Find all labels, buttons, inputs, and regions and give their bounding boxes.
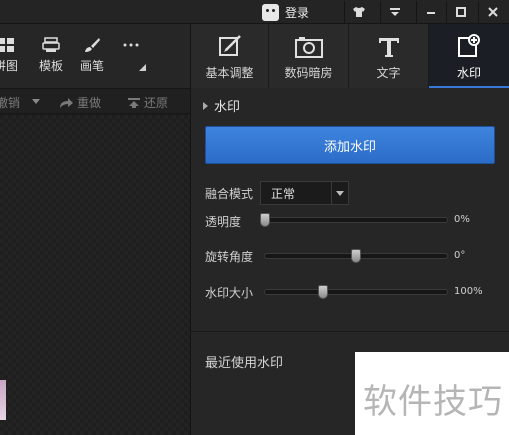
add-watermark-button[interactable]: 添加水印 bbox=[205, 126, 495, 164]
login-label: 登录 bbox=[285, 5, 310, 20]
darkroom-icon bbox=[269, 24, 348, 58]
collage-icon bbox=[0, 36, 26, 54]
redo-button[interactable]: 重做 bbox=[58, 94, 101, 111]
collapse-triangle-icon bbox=[203, 101, 208, 110]
undo-dropdown-icon[interactable] bbox=[32, 99, 40, 105]
minimize-icon bbox=[426, 12, 435, 14]
photo-canvas[interactable] bbox=[0, 115, 190, 435]
section-title: 水印 bbox=[214, 100, 241, 115]
restore-button[interactable]: 还原 bbox=[127, 94, 168, 111]
watermark-icon bbox=[429, 24, 509, 58]
size-slider[interactable] bbox=[264, 285, 448, 299]
redo-icon bbox=[60, 97, 73, 108]
close-icon bbox=[487, 7, 498, 17]
tab-text[interactable]: 文字 bbox=[349, 24, 429, 88]
more-icon bbox=[111, 36, 151, 54]
rotation-label: 旋转角度 bbox=[205, 250, 254, 264]
tool-template-label: 模板 bbox=[38, 59, 63, 73]
tab-text-label: 文字 bbox=[376, 66, 401, 80]
size-label: 水印大小 bbox=[205, 286, 254, 300]
login-button[interactable]: 登录 bbox=[262, 2, 309, 22]
tab-watermark-label: 水印 bbox=[456, 66, 481, 80]
left-toolbar: 拼图 模板 画笔 bbox=[0, 24, 190, 88]
section-header[interactable]: 水印 bbox=[203, 96, 240, 115]
tab-watermark[interactable]: 水印 bbox=[429, 24, 509, 88]
menu-dropdown-button[interactable] bbox=[380, 1, 408, 23]
tool-brush[interactable]: 画笔 bbox=[72, 36, 112, 74]
tool-collage-label: 拼图 bbox=[0, 59, 18, 73]
smiley-icon bbox=[262, 3, 279, 21]
opacity-value: 0% bbox=[454, 214, 470, 225]
rotation-slider-thumb[interactable] bbox=[351, 249, 361, 263]
tab-digital-darkroom-label: 数码暗房 bbox=[284, 66, 333, 80]
site-watermark-text: 软件技巧 bbox=[363, 382, 503, 422]
minimize-button[interactable] bbox=[416, 1, 444, 23]
photo-edge bbox=[0, 380, 6, 420]
opacity-slider-thumb[interactable] bbox=[260, 213, 270, 227]
site-watermark-overlay: 软件技巧 bbox=[355, 352, 509, 435]
undo-button[interactable]: 撤销 bbox=[0, 94, 20, 111]
tab-basic-adjust-label: 基本调整 bbox=[205, 66, 254, 80]
tool-collage[interactable]: 拼图 bbox=[0, 36, 26, 74]
adjust-icon bbox=[191, 24, 268, 58]
history-bar: 撤销 重做 还原 bbox=[0, 88, 190, 114]
expand-corner-icon[interactable] bbox=[139, 64, 146, 71]
size-slider-thumb[interactable] bbox=[318, 285, 329, 299]
shirt-icon bbox=[352, 7, 365, 17]
recent-watermarks-label: 最近使用水印 bbox=[205, 356, 284, 371]
tool-more[interactable] bbox=[111, 36, 151, 54]
title-bar: 登录 bbox=[0, 0, 509, 24]
restore-label: 还原 bbox=[144, 96, 169, 110]
close-button[interactable] bbox=[478, 1, 506, 23]
rotation-slider[interactable] bbox=[264, 249, 448, 263]
tool-brush-label: 画笔 bbox=[79, 59, 104, 73]
restore-icon bbox=[128, 97, 140, 108]
undo-label: 撤销 bbox=[0, 96, 21, 110]
opacity-label: 透明度 bbox=[205, 215, 242, 229]
brush-icon bbox=[72, 36, 112, 54]
maximize-button[interactable] bbox=[446, 1, 474, 23]
blend-mode-label: 融合模式 bbox=[205, 187, 254, 201]
dropdown-icon bbox=[389, 8, 400, 16]
tab-digital-darkroom[interactable]: 数码暗房 bbox=[269, 24, 349, 88]
blend-mode-select[interactable]: 正常 bbox=[260, 181, 349, 205]
tool-template[interactable]: 模板 bbox=[31, 36, 71, 74]
chevron-down-icon bbox=[331, 182, 348, 204]
maximize-icon bbox=[455, 7, 466, 17]
opacity-slider[interactable] bbox=[260, 213, 448, 227]
redo-label: 重做 bbox=[77, 96, 102, 110]
text-icon bbox=[349, 24, 428, 58]
size-value: 100% bbox=[454, 286, 483, 297]
template-icon bbox=[31, 36, 71, 54]
feature-tabs: 基本调整 数码暗房 文字 水印 bbox=[190, 24, 509, 88]
skin-button[interactable] bbox=[344, 1, 372, 23]
divider bbox=[191, 331, 509, 332]
rotation-value: 0° bbox=[454, 250, 466, 261]
tab-basic-adjust[interactable]: 基本调整 bbox=[191, 24, 269, 88]
blend-mode-value: 正常 bbox=[271, 186, 296, 201]
